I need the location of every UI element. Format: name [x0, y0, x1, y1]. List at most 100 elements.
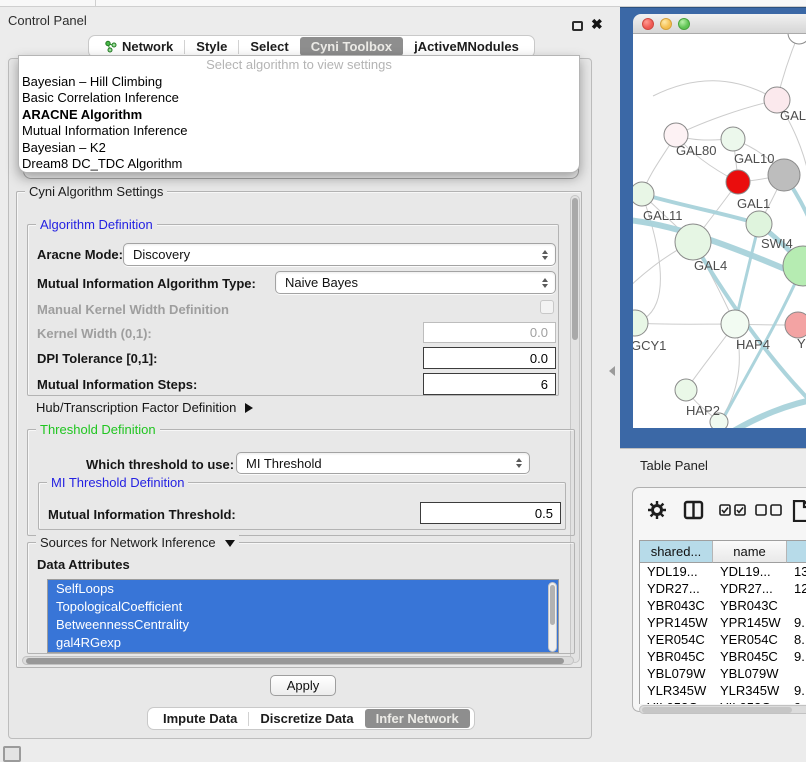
table-row[interactable]: YER054CYER054C8. [640, 631, 806, 648]
gear-icon[interactable] [647, 500, 667, 520]
hub-definition-expander[interactable]: Hub/Transcription Factor Definition [36, 400, 253, 415]
aracne-mode-combo[interactable]: Discovery [123, 243, 556, 266]
table-cell[interactable]: YLR345W [640, 682, 713, 699]
expand-right-icon [245, 403, 253, 413]
column-header-a[interactable]: A [787, 541, 806, 563]
table-cell[interactable]: 9. [787, 682, 806, 699]
table-cell[interactable]: 12 [787, 580, 806, 597]
attribute-row-topologicalcoefficient[interactable]: TopologicalCoefficient [48, 598, 558, 616]
table-cell[interactable] [787, 597, 806, 614]
table-cell[interactable]: YDR27... [713, 580, 787, 597]
window-close-icon[interactable] [642, 18, 654, 30]
network-node[interactable] [633, 182, 654, 206]
table-row[interactable]: YLR345WYLR345W9. [640, 682, 806, 699]
window-minimize-icon[interactable] [660, 18, 672, 30]
table-cell[interactable]: YPR145W [640, 614, 713, 631]
table-row[interactable]: YBR043CYBR043C [640, 597, 806, 614]
float-panel-icon[interactable] [572, 21, 583, 31]
close-panel-icon[interactable]: ✖ [591, 16, 603, 32]
mi-steps-field[interactable]: 6 [423, 373, 556, 395]
mi-algorithm-type-combo[interactable]: Naive Bayes [275, 271, 556, 294]
table-row[interactable]: YPR145WYPR145W9. [640, 614, 806, 631]
table-cell[interactable]: YER054C [640, 631, 713, 648]
table-cell[interactable] [787, 665, 806, 682]
table-row[interactable]: YDL19...YDL19...13 [640, 563, 806, 580]
tab-cyni-toolbox[interactable]: Cyni Toolbox [300, 37, 403, 56]
settings-scrollbar-thumb[interactable] [572, 198, 578, 340]
table-cell[interactable]: 9. [787, 614, 806, 631]
dropdown-item-basic-correlation-inference[interactable]: Basic Correlation Inference [19, 90, 579, 106]
network-node[interactable] [633, 310, 648, 336]
table-hscrollbar-thumb[interactable] [642, 707, 792, 713]
tab-infer-network[interactable]: Infer Network [365, 709, 470, 728]
table-cell[interactable]: YIL052C [713, 699, 787, 704]
dropdown-item-bayesian-k2[interactable]: Bayesian – K2 [19, 140, 579, 156]
dropdown-item-mutual-information-inference[interactable]: Mutual Information Inference [19, 123, 579, 139]
settings-hscrollbar-thumb[interactable] [26, 658, 564, 664]
tab-style[interactable]: Style [185, 37, 238, 56]
network-node[interactable] [675, 224, 711, 260]
tab-jactivemnodules[interactable]: jActiveMNodules [403, 37, 530, 56]
dropdown-item-dream8-dc-tdc-algorithm[interactable]: Dream8 DC_TDC Algorithm [19, 156, 579, 172]
split-columns-icon[interactable] [683, 500, 705, 520]
network-canvas[interactable]: GALGAL80GAL10GAL1GAL11SWI4GAL4HAP4YGCY1H… [633, 34, 806, 428]
table-cell[interactable]: 8. [787, 631, 806, 648]
table-row[interactable]: YBL079WYBL079W [640, 665, 806, 682]
network-node[interactable] [788, 34, 806, 44]
which-threshold-combo[interactable]: MI Threshold [236, 452, 530, 474]
network-node[interactable] [675, 379, 697, 401]
deselect-all-checkboxes-icon[interactable] [755, 504, 783, 517]
table-row[interactable]: YDR27...YDR27...12 [640, 580, 806, 597]
table-cell[interactable]: YBR043C [640, 597, 713, 614]
table-cell[interactable]: YBL079W [713, 665, 787, 682]
mutual-information-threshold-field[interactable]: 0.5 [420, 502, 561, 524]
apply-button[interactable]: Apply [270, 675, 336, 696]
table-cell[interactable]: 9. [787, 648, 806, 665]
tab-network[interactable]: Network [93, 37, 184, 56]
attribute-row-gal4rgexp[interactable]: gal4RGexp [48, 634, 558, 652]
top-strip-divider [95, 0, 96, 7]
select-all-checkboxes-icon[interactable] [719, 504, 747, 517]
table-cell[interactable]: YBR045C [713, 648, 787, 665]
column-header-name[interactable]: name [713, 541, 787, 563]
table-cell[interactable]: 9. [787, 699, 806, 704]
table-cell[interactable]: YPR145W [713, 614, 787, 631]
dropdown-item-aracne-algorithm[interactable]: ARACNE Algorithm [19, 107, 579, 123]
tab-discretize-data[interactable]: Discretize Data [249, 709, 364, 728]
network-window-titlebar[interactable] [633, 14, 806, 34]
network-node[interactable] [721, 127, 745, 151]
network-node[interactable] [785, 312, 806, 338]
table-cell[interactable]: YDR27... [640, 580, 713, 597]
table-cell[interactable]: YBR045C [640, 648, 713, 665]
network-view-window[interactable]: GALGAL80GAL10GAL1GAL11SWI4GAL4HAP4YGCY1H… [633, 14, 806, 428]
document-icon[interactable] [791, 500, 806, 522]
window-zoom-icon[interactable] [678, 18, 690, 30]
tab-impute-data[interactable]: Impute Data [152, 709, 248, 728]
table-row[interactable]: YIL052CYIL052C9. [640, 699, 806, 704]
column-header-shared[interactable]: shared... [640, 541, 713, 563]
docked-panel-icon[interactable] [3, 746, 21, 762]
attr-list-scrollbar-thumb[interactable] [550, 585, 555, 625]
node-label-gal: GAL [780, 108, 806, 123]
node-label-hap2: HAP2 [686, 403, 720, 418]
table-cell[interactable]: YDL19... [640, 563, 713, 580]
table-cell[interactable]: YLR345W [713, 682, 787, 699]
table-cell[interactable]: YBL079W [640, 665, 713, 682]
dropdown-item-bayesian-hill-climbing[interactable]: Bayesian – Hill Climbing [19, 74, 579, 90]
attribute-row-betweennesscentrality[interactable]: BetweennessCentrality [48, 616, 558, 634]
table-cell[interactable]: YIL052C [640, 699, 713, 704]
network-node[interactable] [721, 310, 749, 338]
attribute-row-selfloops[interactable]: SelfLoops [48, 580, 558, 598]
tab-select[interactable]: Select [239, 37, 299, 56]
network-node[interactable] [783, 246, 806, 286]
dpi-tolerance-field[interactable]: 0.0 [423, 347, 556, 369]
network-node[interactable] [746, 211, 772, 237]
table-cell[interactable]: 13 [787, 563, 806, 580]
collapse-down-icon[interactable] [225, 540, 235, 547]
table-cell[interactable]: YDL19... [713, 563, 787, 580]
table-row[interactable]: YBR045CYBR045C9. [640, 648, 806, 665]
panel-splitter-handle[interactable] [609, 366, 615, 376]
table-cell[interactable]: YBR043C [713, 597, 787, 614]
network-node[interactable] [726, 170, 750, 194]
table-cell[interactable]: YER054C [713, 631, 787, 648]
